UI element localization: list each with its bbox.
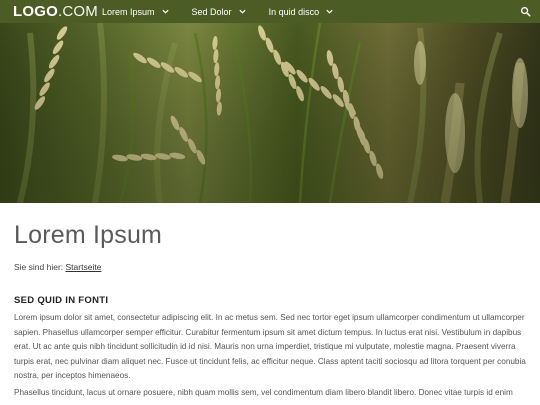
search-icon[interactable] [520,6,531,17]
breadcrumb: Sie sind hier: Startseite [14,262,101,272]
page-title: Lorem Ipsum [14,221,163,249]
breadcrumb-prefix: Sie sind hier: [14,262,64,272]
chevron-down-icon [161,9,169,14]
chevron-down-icon [238,9,246,14]
chevron-down-icon [326,9,333,14]
section-heading: SED QUID IN FONTI [14,295,109,306]
nav-item-label: Lorem Ipsum [102,6,155,17]
nav-item-in-quid-disco[interactable]: In quid disco [269,7,335,17]
nav-item-label: Sed Dolor [191,6,232,17]
hero-image [0,23,540,203]
nav-item-lorem-ipsum[interactable]: Lorem Ipsum [102,7,170,17]
body-paragraph: Lorem ipsum dolor sit amet, consectetur … [14,313,526,381]
nav-item-sed-dolor[interactable]: Sed Dolor [192,7,247,17]
site-logo[interactable]: LOGO.COM [13,3,98,20]
body-paragraph: Phasellus tincidunt, lacus ut ornare pos… [14,388,513,397]
nav-item-label: In quid disco [268,6,320,17]
logo-main-text: LOGO [13,3,58,20]
grass-photo-illustration [0,23,540,203]
top-navigation-bar: LOGO.COM Lorem Ipsum Sed Dolor In quid d… [0,0,540,23]
main-nav: Lorem Ipsum Sed Dolor In quid disco [102,0,356,23]
logo-tld-text: .COM [57,3,98,20]
breadcrumb-home-link[interactable]: Startseite [66,262,102,272]
